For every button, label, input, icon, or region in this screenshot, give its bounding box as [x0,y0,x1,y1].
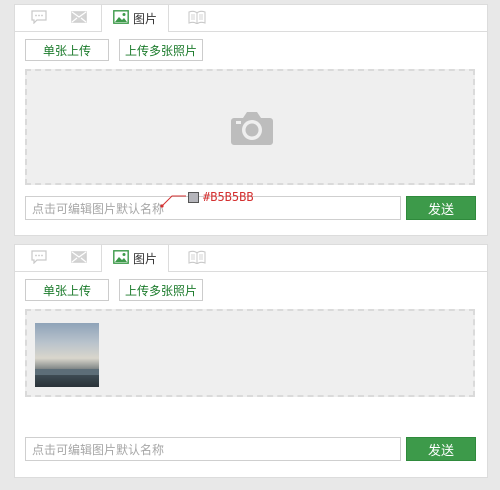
envelope-icon [71,250,87,266]
color-swatch [188,192,199,203]
tab-book[interactable] [179,245,215,271]
tab-image-label: 图片 [132,252,157,266]
tab-image[interactable]: 图片 [101,5,169,32]
image-icon [113,10,129,27]
chat-bubble-icon [31,9,47,27]
book-icon [188,10,206,27]
multi-upload-button[interactable]: 上传多张照片 [119,279,203,301]
annotation-pointer [160,195,186,208]
single-upload-button[interactable]: 单张上传 [25,279,109,301]
book-icon [188,250,206,267]
camera-icon [230,110,274,149]
single-upload-button[interactable]: 单张上传 [25,39,109,61]
tab-chat[interactable] [21,245,57,271]
envelope-icon [71,10,87,26]
tab-mail[interactable] [61,5,97,31]
image-drop-area[interactable] [25,69,475,185]
send-button[interactable]: 发送 [406,196,476,220]
chat-bubble-icon [31,249,47,267]
send-button[interactable]: 发送 [406,437,476,461]
tab-chat[interactable] [21,5,57,31]
color-hex-annotation: #B5B5BB [203,190,254,204]
image-icon [113,250,129,267]
tab-book[interactable] [179,5,215,31]
uploaded-image-thumbnail[interactable] [35,323,99,387]
tab-bar: 图片 [15,245,487,272]
tab-image[interactable]: 图片 [101,245,169,272]
multi-upload-button[interactable]: 上传多张照片 [119,39,203,61]
tab-image-label: 图片 [132,12,157,26]
tab-mail[interactable] [61,245,97,271]
image-name-input[interactable]: 点击可编辑图片默认名称 [25,437,401,461]
tab-bar: 图片 [15,5,487,32]
image-drop-area[interactable] [25,309,475,397]
upload-panel-with-image: 图片 单张上传 上传多张照片 点击可编辑图片默认名称 发送 [14,244,488,478]
